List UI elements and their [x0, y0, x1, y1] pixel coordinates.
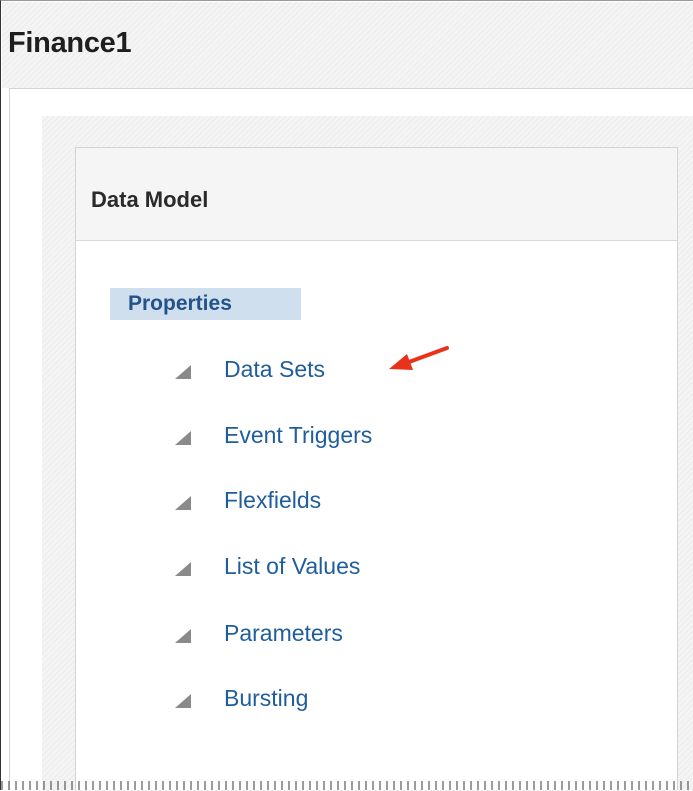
expand-triangle-icon[interactable]	[175, 365, 191, 379]
property-item-label[interactable]: Event Triggers	[224, 422, 372, 449]
property-item-list-of-values[interactable]: List of Values	[175, 546, 360, 586]
property-item-label[interactable]: List of Values	[224, 553, 360, 580]
property-item-label[interactable]: Parameters	[224, 620, 343, 647]
panel-title: Data Model	[91, 187, 209, 212]
property-item-flexfields[interactable]: Flexfields	[175, 480, 321, 520]
property-item-label[interactable]: Flexfields	[224, 487, 321, 514]
red-arrow-icon	[389, 346, 449, 370]
property-item-parameters[interactable]: Parameters	[175, 613, 343, 653]
expand-triangle-icon[interactable]	[175, 562, 191, 576]
data-model-panel: Data Model	[75, 147, 678, 790]
expand-triangle-icon[interactable]	[175, 629, 191, 643]
expand-triangle-icon[interactable]	[175, 694, 191, 708]
property-item-bursting[interactable]: Bursting	[175, 678, 308, 718]
page-title: Finance1	[8, 27, 132, 59]
expand-triangle-icon[interactable]	[175, 431, 191, 445]
property-item-data-sets[interactable]: Data Sets	[175, 349, 325, 389]
cropped-text-strip	[1, 781, 693, 790]
property-item-label[interactable]: Bursting	[224, 685, 308, 712]
properties-section-label: Properties	[110, 288, 301, 320]
property-item-label[interactable]: Data Sets	[224, 356, 325, 383]
panel-header: Data Model	[76, 148, 677, 241]
property-item-event-triggers[interactable]: Event Triggers	[175, 415, 372, 455]
expand-triangle-icon[interactable]	[175, 496, 191, 510]
title-bar: Finance1	[2, 2, 693, 88]
